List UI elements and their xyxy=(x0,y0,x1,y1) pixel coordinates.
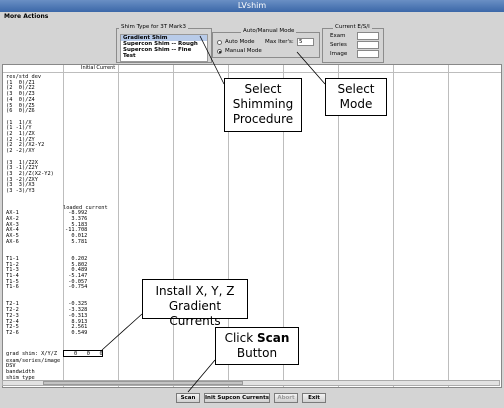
auto-mode-radio[interactable]: Auto Mode xyxy=(217,39,255,45)
callout-click-scan: Click Scan Button xyxy=(215,327,299,365)
current-esi-group: Current E/S/I Exam Series Image xyxy=(322,24,384,63)
image-input[interactable] xyxy=(357,50,379,58)
t1-row-value: -0.754 xyxy=(65,284,88,291)
t2-row-value: 0.549 xyxy=(65,329,88,336)
max-iter-label: Max Iter's: xyxy=(265,39,294,45)
grad-shim-label: grad shim: X/Y/Z xyxy=(6,351,58,357)
menu-more-actions[interactable]: More Actions xyxy=(4,13,48,20)
auto-mode-label: Auto Mode xyxy=(225,39,255,45)
callout-install-gradient-currents: Install X, Y, Z Gradient Currents xyxy=(142,279,248,328)
manual-mode-radio[interactable]: Manual Mode xyxy=(217,48,262,54)
scan-button[interactable]: Scan xyxy=(176,393,200,403)
ax-row-label: AX-6 xyxy=(6,238,19,245)
initial-current-header: Initial Current xyxy=(81,65,116,71)
row-label: (6 0)/Z6 xyxy=(6,108,35,115)
scrollbar-thumb[interactable] xyxy=(43,381,243,385)
row-label: (3 -3)/Y3 xyxy=(6,188,35,194)
window-title: LVshim xyxy=(237,1,267,10)
series-label: Series xyxy=(330,42,347,48)
menu-bar: More Actions xyxy=(0,12,504,22)
manual-mode-label: Manual Mode xyxy=(225,48,262,54)
ax-row-value: 5.781 xyxy=(65,238,88,245)
current-esi-title: Current E/S/I xyxy=(333,24,372,30)
exam-label: Exam xyxy=(330,33,346,39)
radio-selected-icon xyxy=(217,48,222,54)
exam-input[interactable] xyxy=(357,32,379,40)
shim-type-title: Shim Type for 3T Mark3 xyxy=(119,24,188,30)
exit-button[interactable]: Exit xyxy=(302,393,326,403)
row-label: (2 -2)/XY xyxy=(6,148,35,155)
radio-icon xyxy=(217,39,222,45)
shim-type-group: Shim Type for 3T Mark3 Gradient Shim Sup… xyxy=(116,24,212,63)
horizontal-scrollbar[interactable] xyxy=(2,380,500,386)
series-input[interactable] xyxy=(357,41,379,49)
mode-group: Auto/Manual Mode Auto Mode Manual Mode M… xyxy=(212,28,320,58)
grad-shim-input[interactable]: 0 0 0 xyxy=(63,350,103,357)
t2-row-label: T2-6 xyxy=(6,329,19,336)
callout-select-shimming-procedure: Select Shimming Procedure xyxy=(224,78,302,132)
shim-type-item[interactable]: Test xyxy=(121,53,207,59)
image-label: Image xyxy=(330,51,348,57)
title-bar: LVshim xyxy=(0,0,504,12)
grad-shim-values: 0 0 0 xyxy=(74,351,103,357)
abort-button[interactable]: Abort xyxy=(274,393,298,403)
shim-type-list[interactable]: Gradient Shim Supercon Shim -- Rough Sup… xyxy=(120,34,208,62)
init-supcon-currents-button[interactable]: Init Supcon Currents xyxy=(204,393,270,403)
max-iter-input[interactable]: 5 xyxy=(297,38,314,46)
t1-row-label: T1-6 xyxy=(6,284,19,291)
mode-title: Auto/Manual Mode xyxy=(241,28,297,34)
callout-select-mode: Select Mode xyxy=(325,78,387,116)
table-header: Initial Current xyxy=(3,65,501,73)
